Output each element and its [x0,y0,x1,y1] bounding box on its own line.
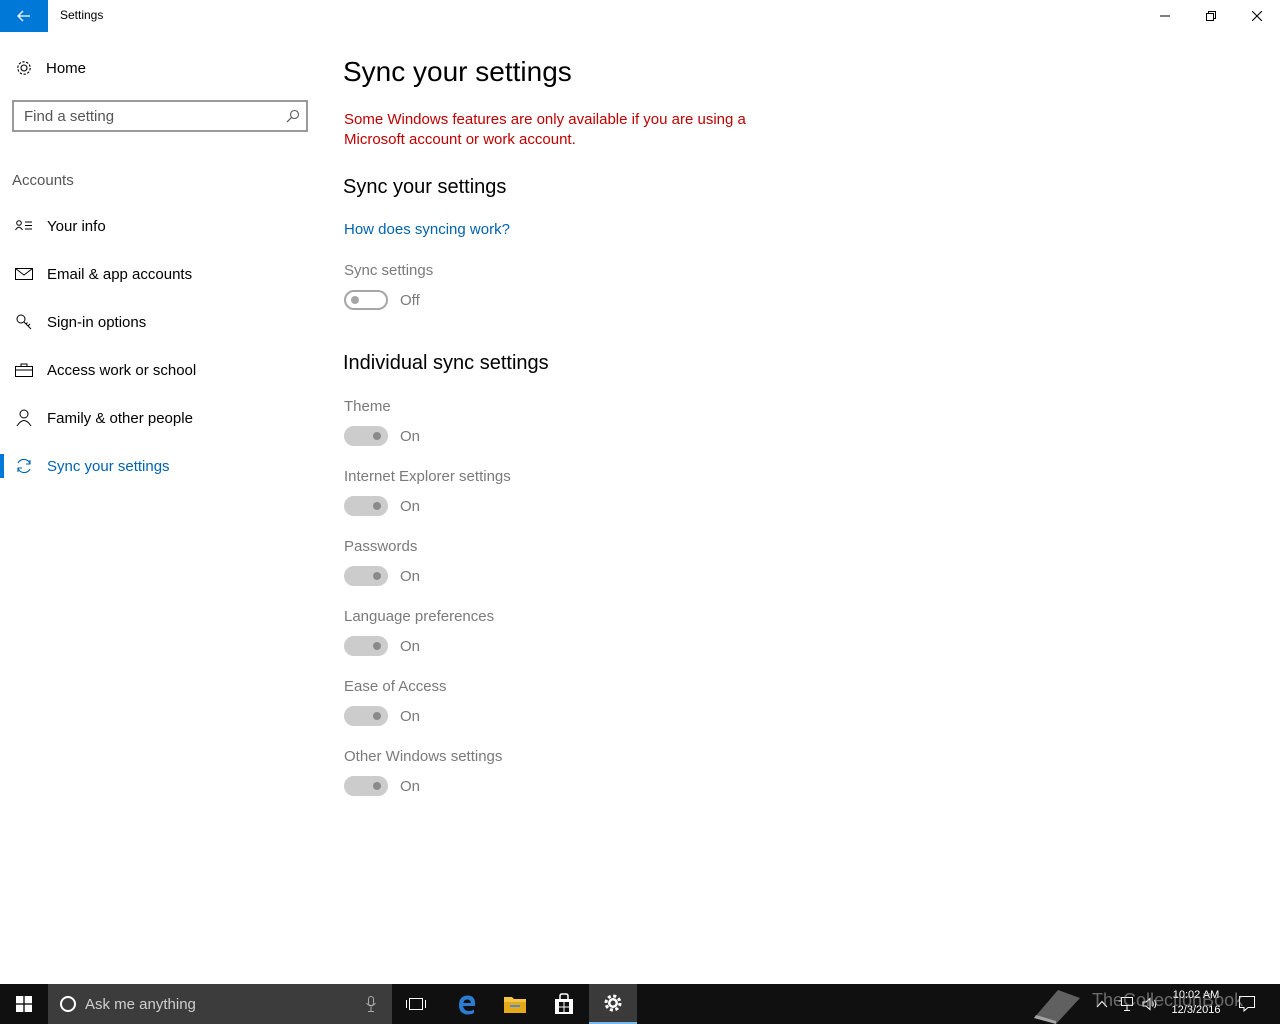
sync-settings-toggle[interactable] [344,290,388,310]
mail-icon [14,264,34,284]
search-icon[interactable] [286,109,300,123]
ie-settings-state: On [400,498,421,515]
other-windows-settings-state: On [400,778,421,795]
sidebar-item-access-work-or-school[interactable]: Access work or school [0,346,320,394]
volume-icon [1142,997,1157,1011]
edge-taskbar-button[interactable] [443,984,491,1024]
contact-card-icon [14,216,34,236]
windows-logo-icon [16,996,32,1012]
store-button[interactable] [540,984,588,1024]
sidebar-item-sign-in-options[interactable]: Sign-in options [0,298,320,346]
folder-icon [504,997,526,1013]
sync-settings-label: Sync settings [344,262,434,279]
toggle-knob [373,502,381,510]
toggle-knob [351,296,359,304]
gear-icon [604,994,622,1012]
other-windows-settings-label: Other Windows settings [344,748,503,765]
ie-settings-label: Internet Explorer settings [344,468,511,485]
edge-icon [459,995,476,1015]
title-bar: Settings [0,0,1280,32]
back-button[interactable] [0,0,48,32]
settings-taskbar-button[interactable] [589,984,637,1024]
individual-sync-heading: Individual sync settings [343,352,549,374]
sidebar-item-family-other-people[interactable]: Family & other people [0,394,320,442]
store-icon [555,993,573,1014]
file-explorer-button[interactable] [491,984,539,1024]
taskbar-clock[interactable]: 10:02 AM 12/3/2016 [1162,988,1230,1018]
action-center-button[interactable] [1234,984,1260,1024]
ease-of-access-toggle[interactable] [344,706,388,726]
ie-settings-toggle[interactable] [344,496,388,516]
sidebar-item-label: Family & other people [47,409,193,427]
sidebar-item-label: Email & app accounts [47,265,193,283]
restore-icon [1206,11,1216,21]
toggle-knob [373,572,381,580]
theme-state: On [400,428,421,445]
start-button[interactable] [0,984,48,1024]
chevron-up-icon [1096,1000,1108,1008]
search-box[interactable] [12,100,308,132]
close-button[interactable] [1234,0,1280,32]
sidebar-item-label: Your info [47,217,106,235]
network-icon [1118,997,1133,1011]
gear-icon [12,56,36,80]
volume-button[interactable] [1140,984,1160,1024]
cortana-icon [60,996,76,1012]
minimize-button[interactable] [1142,0,1188,32]
person-icon [14,408,34,428]
ease-of-access-state: On [400,708,421,725]
other-windows-settings-toggle[interactable] [344,776,388,796]
microphone-icon[interactable] [366,996,376,1012]
account-warning: Some Windows features are only available… [344,111,746,148]
notification-icon [1239,996,1255,1012]
how-syncing-works-link[interactable]: How does syncing work? [344,221,510,238]
search-input[interactable] [14,103,274,129]
toggle-knob [373,642,381,650]
briefcase-icon [14,360,34,380]
cortana-placeholder: Ask me anything [85,995,196,1013]
minimize-icon [1160,15,1170,17]
key-icon [14,312,34,332]
sidebar-item-label: Sync your settings [47,457,170,475]
sync-section-heading: Sync your settings [343,176,507,198]
home-label: Home [46,59,87,77]
toggle-knob [373,782,381,790]
passwords-state: On [400,568,421,585]
cortana-search-box[interactable]: Ask me anything [48,984,392,1024]
theme-toggle[interactable] [344,426,388,446]
section-label-accounts: Accounts [12,172,74,189]
clock-date: 12/3/2016 [1171,1004,1221,1016]
toggle-knob [373,432,381,440]
sidebar-item-label: Access work or school [47,361,197,379]
task-view-button[interactable] [392,984,440,1024]
network-button[interactable] [1116,984,1136,1024]
show-hidden-icons-button[interactable] [1092,984,1112,1024]
sync-settings-state: Off [400,292,420,309]
sync-icon [14,456,34,476]
passwords-label: Passwords [344,538,418,555]
taskbar: Ask me anything 10:02 AM 12/3/2016 [0,984,1280,1024]
passwords-toggle[interactable] [344,566,388,586]
theme-label: Theme [344,398,391,415]
sidebar-item-sync-your-settings[interactable]: Sync your settings [0,442,320,490]
sidebar-item-email-app-accounts[interactable]: Email & app accounts [0,250,320,298]
language-preferences-label: Language preferences [344,608,495,625]
toggle-knob [373,712,381,720]
language-preferences-state: On [400,638,421,655]
sidebar-nav: Your info Email & app accounts Sign-in o… [0,202,320,490]
close-icon [1252,11,1262,21]
window-title: Settings [60,8,104,22]
sidebar-item-label: Sign-in options [47,313,147,331]
arrow-left-icon [17,10,30,22]
clock-time: 10:02 AM [1172,989,1220,1001]
task-view-icon [406,998,426,1010]
ease-of-access-label: Ease of Access [344,678,447,695]
sidebar-item-your-info[interactable]: Your info [0,202,320,250]
restore-button[interactable] [1188,0,1234,32]
home-link[interactable]: Home [12,56,86,80]
page-title: Sync your settings [343,56,572,87]
language-preferences-toggle[interactable] [344,636,388,656]
